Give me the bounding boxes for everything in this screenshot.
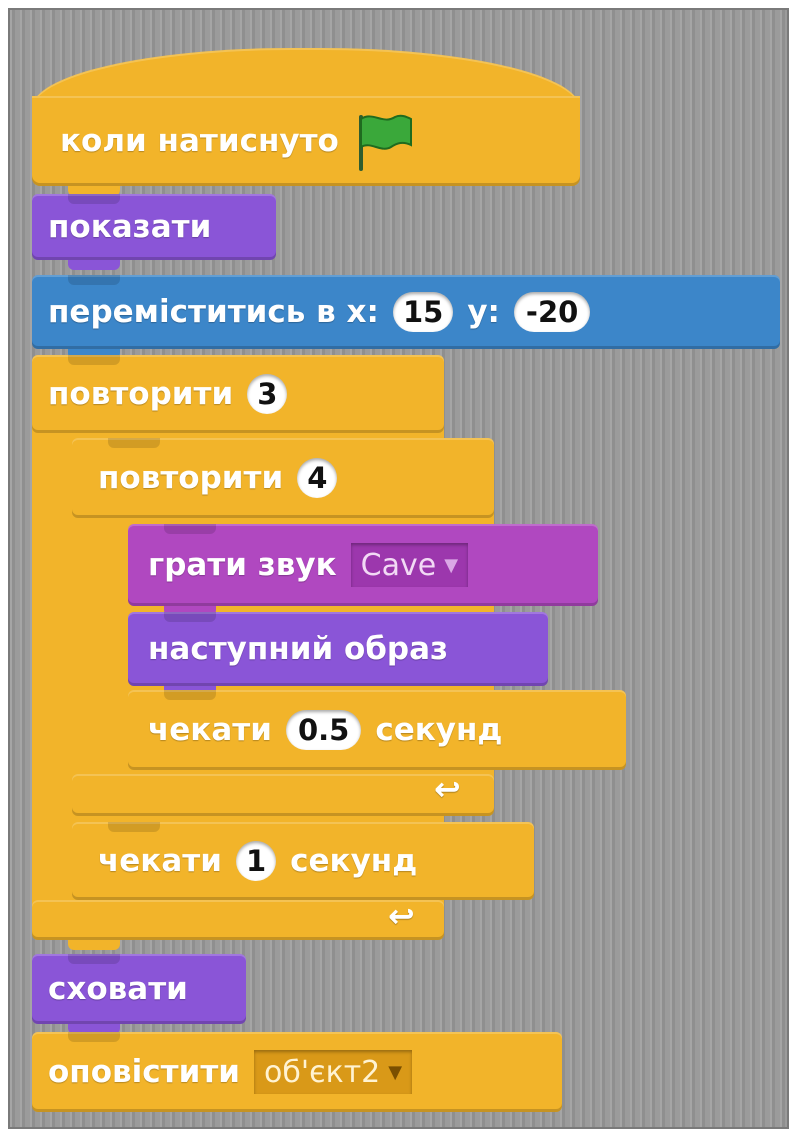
wait-outer-block[interactable]: чекати 1 секунд (72, 822, 534, 900)
go-to-x-label: переміститись в x: (48, 294, 379, 330)
wait-inner-label: чекати (148, 712, 272, 748)
repeat-inner-loop-arrow-icon: ↩ (434, 770, 461, 808)
repeat-inner-count-input[interactable]: 4 (297, 458, 338, 498)
broadcast-message-dropdown[interactable]: об'єкт2 ▼ (254, 1050, 413, 1094)
repeat-inner-footer[interactable] (72, 774, 494, 826)
go-to-xy-block[interactable]: переміститись в x: 15 y: -20 (32, 275, 780, 359)
repeat-outer-footer[interactable] (32, 900, 444, 950)
chevron-down-icon: ▼ (388, 1061, 403, 1083)
sound-dropdown-value: Cave (360, 547, 437, 583)
y-input[interactable]: -20 (513, 292, 591, 332)
sound-dropdown[interactable]: Cave ▼ (350, 543, 469, 587)
scripts-area[interactable]: коли натиснуто показати переміститись в … (8, 8, 789, 1129)
repeat-outer-loop-arrow-icon: ↩ (388, 897, 415, 935)
wait-outer-unit: секунд (290, 843, 418, 879)
show-block[interactable]: показати (32, 194, 276, 270)
next-costume-block[interactable]: наступний образ (128, 612, 548, 696)
x-input[interactable]: 15 (392, 292, 454, 332)
when-flag-clicked-block[interactable]: коли натиснуто (32, 96, 580, 196)
repeat-inner-header[interactable]: повторити 4 (72, 438, 494, 518)
go-to-y-label: y: (467, 294, 500, 330)
play-sound-label: грати звук (148, 547, 337, 583)
green-flag-icon (353, 111, 417, 171)
repeat-inner-label: повторити (98, 460, 284, 496)
broadcast-label: оповістити (48, 1054, 241, 1090)
hide-label: сховати (48, 971, 188, 1007)
wait-outer-label: чекати (98, 843, 222, 879)
wait-inner-unit: секунд (375, 712, 503, 748)
wait-inner-block[interactable]: чекати 0.5 секунд (128, 690, 626, 770)
play-sound-block[interactable]: грати звук Cave ▼ (128, 524, 598, 616)
repeat-outer-header[interactable]: повторити 3 (32, 355, 444, 433)
hide-block[interactable]: сховати (32, 954, 246, 1034)
wait-outer-seconds-input[interactable]: 1 (235, 841, 277, 881)
broadcast-block[interactable]: оповістити об'єкт2 ▼ (32, 1032, 562, 1112)
wait-inner-seconds-input[interactable]: 0.5 (285, 710, 362, 750)
show-label: показати (48, 209, 212, 245)
broadcast-message-value: об'єкт2 (264, 1054, 381, 1090)
chevron-down-icon: ▼ (444, 554, 459, 576)
repeat-outer-label: повторити (48, 376, 234, 412)
repeat-outer-count-input[interactable]: 3 (247, 374, 288, 414)
next-costume-label: наступний образ (148, 631, 449, 667)
when-flag-clicked-label: коли натиснуто (60, 123, 339, 159)
